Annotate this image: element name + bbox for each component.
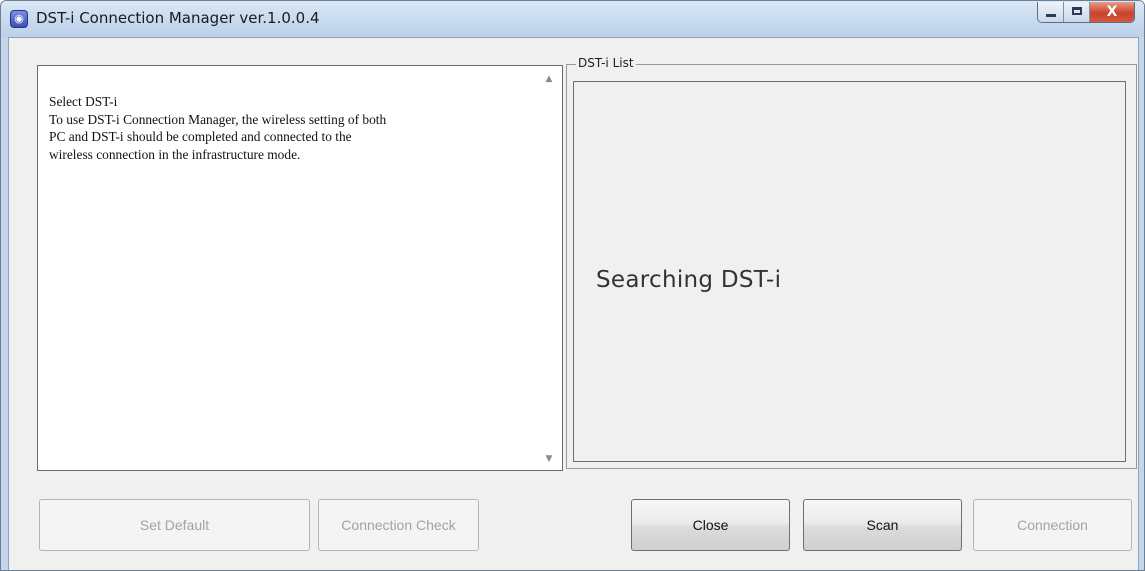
close-button[interactable]: Close — [631, 499, 790, 551]
close-icon: X — [1106, 4, 1118, 20]
close-window-button[interactable]: X — [1090, 2, 1134, 22]
help-text: Select DST-i To use DST-i Connection Man… — [49, 93, 529, 163]
window-controls: X — [1037, 2, 1135, 23]
help-line: wireless connection in the infrastructur… — [49, 146, 301, 162]
connection-check-button[interactable]: Connection Check — [318, 499, 479, 551]
dst-list-box[interactable]: Searching DST-i — [573, 81, 1126, 462]
scroll-down-arrow-icon[interactable]: ▼ — [544, 454, 554, 464]
app-icon[interactable]: ◉ — [10, 10, 28, 28]
help-line: To use DST-i Connection Manager, the wir… — [49, 111, 387, 127]
app-window: ◉ DST-i Connection Manager ver.1.0.0.4 X… — [0, 0, 1145, 571]
maximize-button[interactable] — [1064, 2, 1090, 22]
minimize-button[interactable] — [1038, 2, 1064, 22]
minimize-icon — [1046, 14, 1056, 17]
search-status-text: Searching DST-i — [596, 267, 782, 293]
help-line: PC and DST-i should be completed and con… — [49, 129, 352, 144]
title-bar[interactable]: ◉ DST-i Connection Manager ver.1.0.0.4 X — [1, 1, 1144, 37]
help-text-box[interactable]: Select DST-i To use DST-i Connection Man… — [37, 65, 563, 471]
scroll-up-arrow-icon[interactable]: ▲ — [544, 74, 554, 84]
help-line: Select DST-i — [49, 94, 118, 109]
maximize-icon — [1072, 7, 1082, 15]
connection-button[interactable]: Connection — [973, 499, 1132, 551]
client-area: Select DST-i To use DST-i Connection Man… — [8, 37, 1139, 570]
dst-list-group-label: DST-i List — [576, 56, 636, 70]
set-default-button[interactable]: Set Default — [39, 499, 310, 551]
window-title: DST-i Connection Manager ver.1.0.0.4 — [36, 9, 320, 27]
scan-button[interactable]: Scan — [803, 499, 962, 551]
